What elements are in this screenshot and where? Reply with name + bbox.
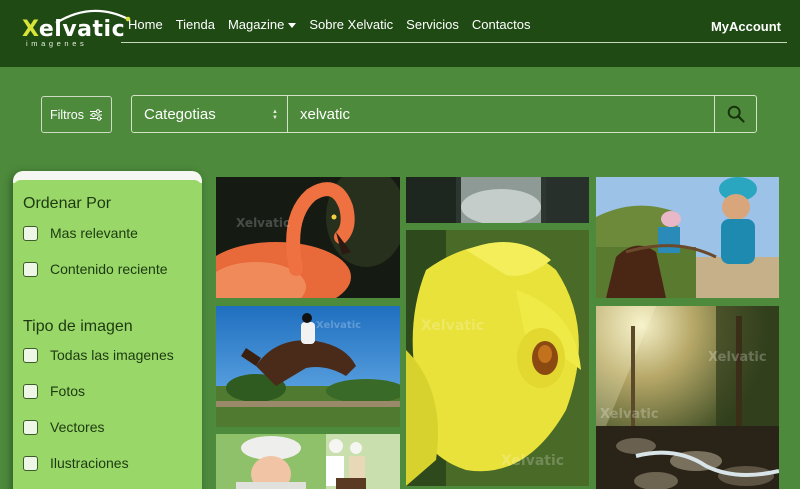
type-vectors-checkbox[interactable] bbox=[23, 419, 38, 435]
gallery-image-waterfall[interactable] bbox=[406, 177, 589, 223]
gallery-image-flamingo[interactable]: Xelvatic bbox=[216, 177, 400, 298]
sort-relevant-checkbox[interactable] bbox=[23, 225, 38, 241]
nav-home[interactable]: Home bbox=[128, 17, 163, 32]
type-vectors-label: Vectores bbox=[50, 419, 105, 435]
type-option-photos[interactable]: Fotos bbox=[23, 383, 85, 399]
flower-watermark-1: Xelvatic bbox=[421, 318, 484, 334]
sidebar-top-curve bbox=[13, 180, 202, 188]
nav-magazine-label: Magazine bbox=[227, 17, 285, 32]
filter-sidebar: Ordenar Por Mas relevante Contenido reci… bbox=[13, 171, 202, 489]
gallery-image-kids-horse[interactable] bbox=[596, 177, 779, 298]
gallery-image-horse-jump[interactable]: Xelvatic bbox=[216, 306, 400, 427]
filters-button[interactable]: Filtros bbox=[41, 96, 112, 133]
type-option-all[interactable]: Todas las imagenes bbox=[23, 347, 174, 363]
nav-servicios[interactable]: Servicios bbox=[406, 17, 459, 32]
type-title: Tipo de imagen bbox=[23, 318, 133, 335]
sort-recent-checkbox[interactable] bbox=[23, 261, 38, 277]
type-illustrations-label: Ilustraciones bbox=[50, 455, 129, 471]
nav-tienda[interactable]: Tienda bbox=[176, 17, 215, 32]
search-icon bbox=[727, 105, 745, 123]
search-input[interactable]: xelvatic bbox=[288, 96, 714, 132]
type-illustrations-checkbox[interactable] bbox=[23, 455, 38, 471]
type-photos-label: Fotos bbox=[50, 383, 86, 399]
kids-horse-photo bbox=[596, 177, 779, 298]
sort-title: Ordenar Por bbox=[23, 195, 112, 212]
filters-label: Filtros bbox=[49, 107, 85, 122]
type-option-vectors[interactable]: Vectores bbox=[23, 419, 104, 435]
type-all-label: Todas las imagenes bbox=[50, 347, 174, 363]
nav-sobre[interactable]: Sobre Xelvatic bbox=[309, 17, 393, 32]
sort-option-relevant[interactable]: Mas relevante bbox=[23, 225, 138, 241]
category-select[interactable]: Categotias ▲ ▼ bbox=[132, 96, 288, 132]
flower-watermark-2: Xelvatic bbox=[501, 453, 564, 469]
flamingo-watermark: Xelvatic bbox=[236, 216, 290, 230]
chevron-down-icon bbox=[288, 23, 297, 29]
top-navbar: Xelvatic imagenes Home Tienda Magazine S… bbox=[0, 0, 800, 67]
my-account-link[interactable]: MyAccount bbox=[711, 19, 781, 34]
nav-magazine[interactable]: Magazine bbox=[227, 17, 297, 32]
sliders-icon bbox=[90, 108, 103, 121]
sort-option-recent[interactable]: Contenido reciente bbox=[23, 261, 168, 277]
search-bar: Categotias ▲ ▼ xelvatic bbox=[131, 95, 757, 133]
sort-recent-label: Contenido reciente bbox=[50, 261, 168, 277]
logo-tagline: imagenes bbox=[26, 39, 88, 48]
riders-photo bbox=[216, 434, 400, 489]
sort-relevant-label: Mas relevante bbox=[50, 225, 138, 241]
search-button[interactable] bbox=[714, 96, 756, 132]
waterfall-photo bbox=[406, 177, 589, 223]
category-selected-value: Categotias bbox=[144, 105, 216, 123]
logo[interactable]: Xelvatic imagenes bbox=[22, 7, 131, 51]
main-nav: Home Tienda Magazine Sobre Xelvatic Serv… bbox=[128, 17, 543, 32]
forest-watermark-1: Xelvatic bbox=[708, 350, 767, 365]
gallery-image-forest-stream[interactable]: Xelvatic Xelvatic bbox=[596, 306, 779, 489]
type-photos-checkbox[interactable] bbox=[23, 383, 38, 399]
forest-watermark-2: Xelvatic bbox=[600, 407, 659, 422]
forest-stream-photo: Xelvatic Xelvatic bbox=[596, 306, 779, 489]
yellow-flower-photo: Xelvatic Xelvatic bbox=[406, 230, 589, 486]
gallery-image-riders[interactable] bbox=[216, 434, 400, 489]
nav-divider bbox=[121, 42, 787, 43]
nav-contactos[interactable]: Contactos bbox=[472, 17, 531, 32]
gallery-image-yellow-flower[interactable]: Xelvatic Xelvatic bbox=[406, 230, 589, 486]
horse-jump-watermark: Xelvatic bbox=[316, 320, 361, 331]
type-option-illustrations[interactable]: Ilustraciones bbox=[23, 455, 129, 471]
select-arrows-icon: ▲ ▼ bbox=[272, 109, 278, 121]
flamingo-photo: Xelvatic bbox=[216, 177, 400, 298]
type-all-checkbox[interactable] bbox=[23, 347, 38, 363]
horse-jump-photo: Xelvatic bbox=[216, 306, 400, 427]
